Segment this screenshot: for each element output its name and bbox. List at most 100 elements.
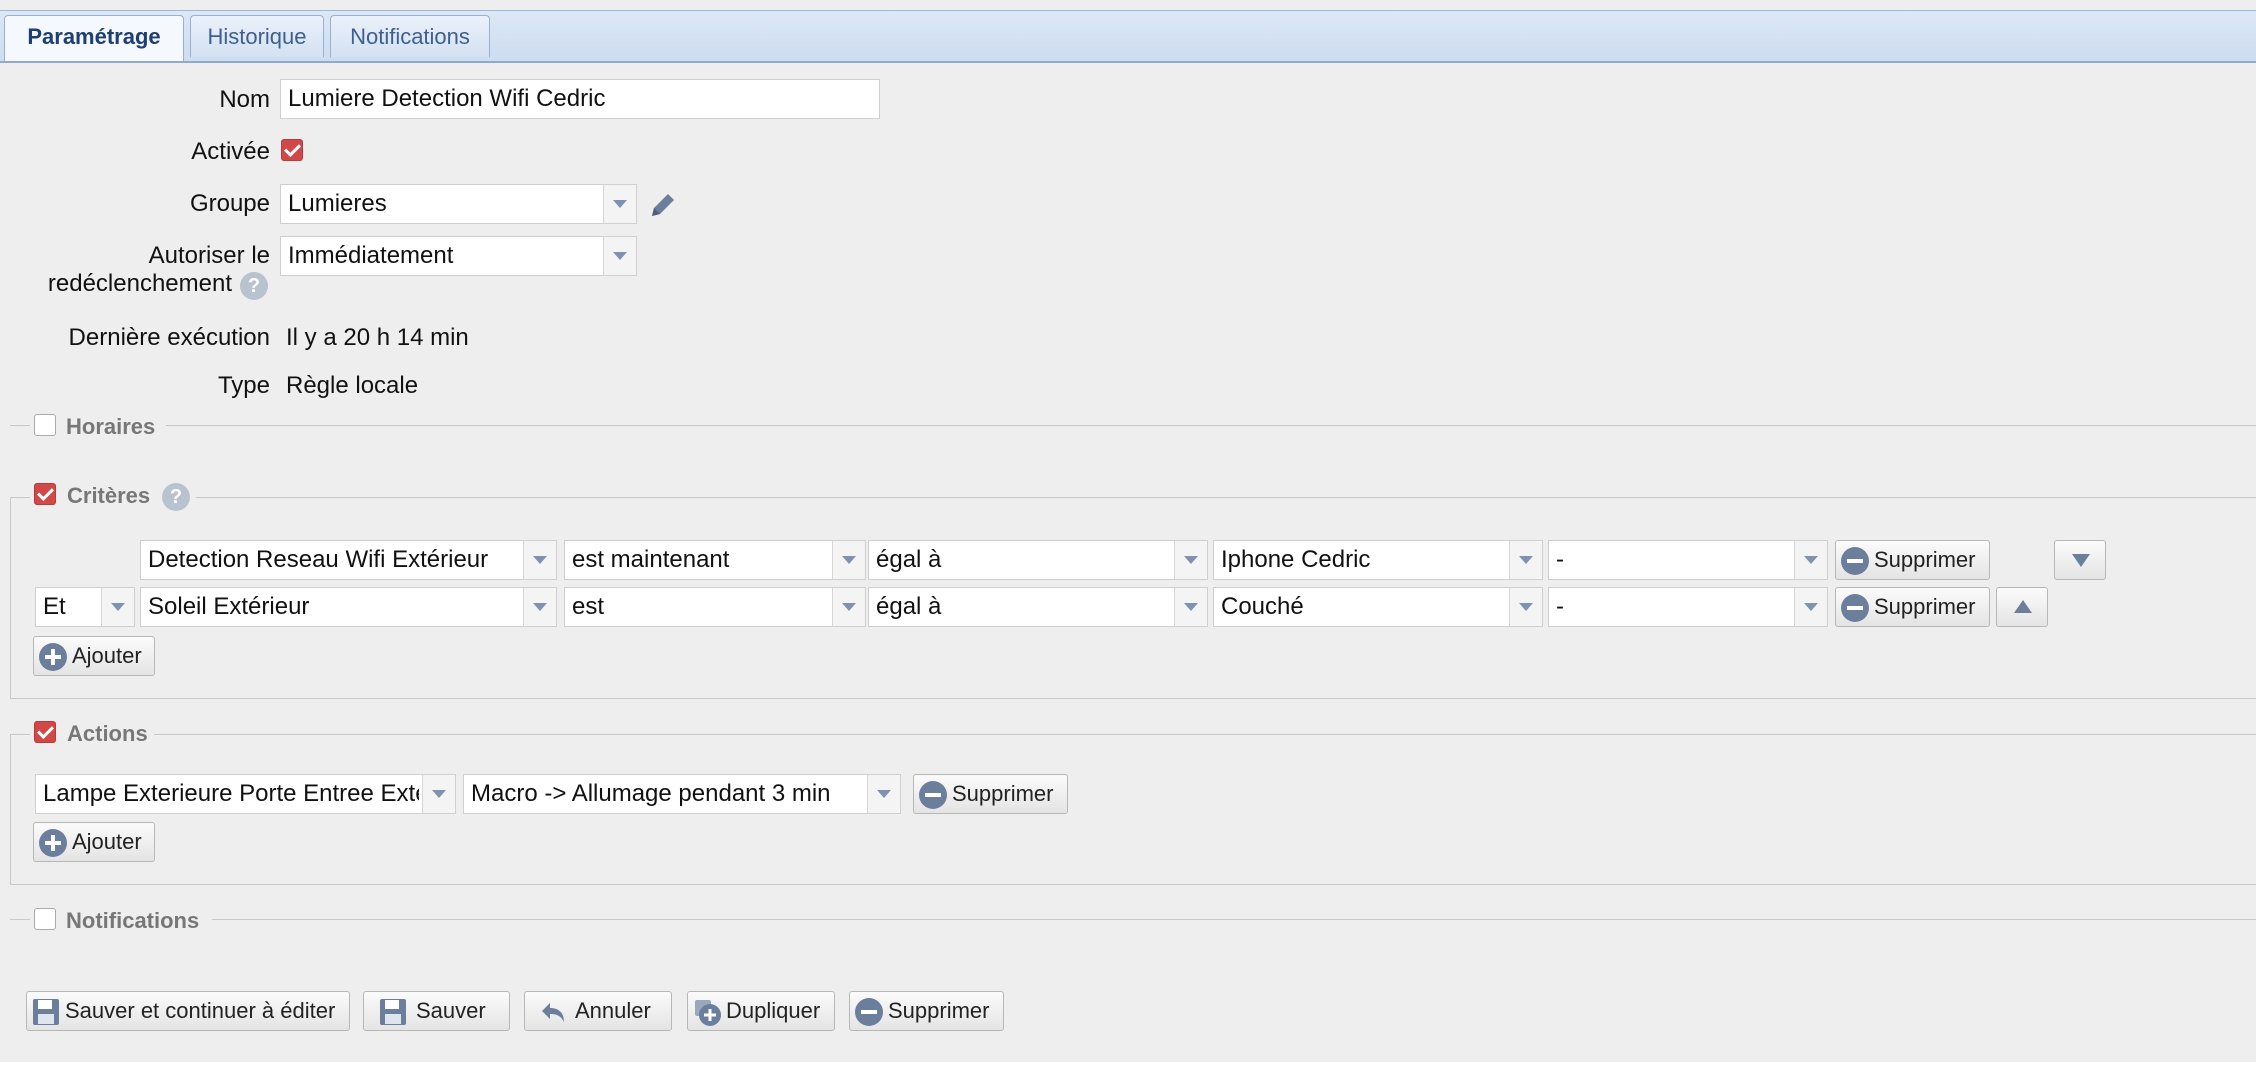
chevron-down-icon: [1174, 541, 1207, 579]
duplicate-icon: [695, 1000, 721, 1026]
minus-circle-icon: [1841, 547, 1869, 575]
chevron-down-icon: [1174, 588, 1207, 626]
action-command-select[interactable]: Macro -> Allumage pendant 3 min: [463, 774, 901, 814]
activee-checkbox[interactable]: [281, 139, 303, 161]
criterion-state-value: est: [572, 593, 605, 620]
chevron-down-icon: [867, 775, 900, 813]
derniere-label: Dernière exécution: [68, 324, 270, 351]
chevron-down-icon: [101, 588, 134, 626]
criteres-title: Critères: [67, 483, 151, 508]
action-delete-button[interactable]: Supprimer: [913, 774, 1068, 814]
chevron-down-icon: [603, 185, 636, 223]
criterion-extra-select[interactable]: -: [1548, 540, 1828, 580]
criterion-value-select[interactable]: Iphone Cedric: [1213, 540, 1543, 580]
autoriser-label: Autoriser le redéclenchement: [0, 242, 270, 298]
autoriser-select[interactable]: Immédiatement: [280, 236, 637, 276]
undo-icon: [542, 1003, 564, 1022]
criterion-device-select[interactable]: Detection Reseau Wifi Extérieur: [140, 540, 557, 580]
add-action-label: Ajouter: [72, 829, 142, 854]
criterion-extra-value: -: [1556, 593, 1564, 620]
chevron-down-icon: [523, 541, 556, 579]
nom-input[interactable]: Lumiere Detection Wifi Cedric: [280, 79, 880, 119]
save-continue-button[interactable]: Sauver et continuer à éditer: [26, 991, 350, 1031]
add-action-button[interactable]: Ajouter: [33, 822, 155, 862]
chevron-down-icon: [523, 588, 556, 626]
actions-legend: Actions: [30, 718, 154, 750]
criterion-device-select[interactable]: Soleil Extérieur: [140, 587, 557, 627]
save-label: Sauver: [416, 998, 486, 1023]
action-command-value: Macro -> Allumage pendant 3 min: [471, 780, 831, 807]
groupe-select-value: Lumieres: [288, 190, 387, 217]
criterion-operator-select[interactable]: égal à: [868, 540, 1208, 580]
action-delete-label: Supprimer: [952, 781, 1054, 806]
tab-historique[interactable]: Historique: [190, 15, 324, 57]
criterion-state-value: est maintenant: [572, 546, 730, 573]
criterion-device-value: Detection Reseau Wifi Extérieur: [148, 546, 489, 573]
chevron-down-icon: [832, 588, 865, 626]
tab-parametrage[interactable]: Paramétrage: [4, 15, 184, 61]
horaires-checkbox[interactable]: [34, 414, 56, 436]
chevron-down-icon: [422, 775, 455, 813]
action-device-value: Lampe Exterieure Porte Entree Exte: [43, 780, 419, 807]
floppy-disk-icon: [33, 999, 59, 1025]
chevron-down-icon: [603, 237, 636, 275]
criterion-state-select[interactable]: est maintenant: [564, 540, 866, 580]
tab-notifications[interactable]: Notifications: [330, 15, 490, 57]
criterion-extra-select[interactable]: -: [1548, 587, 1828, 627]
type-label: Type: [217, 372, 270, 399]
help-icon[interactable]: ?: [162, 483, 190, 511]
pencil-icon[interactable]: [646, 188, 680, 222]
move-down-button[interactable]: [2054, 540, 2106, 580]
criterion-operator-select[interactable]: égal à: [868, 587, 1208, 627]
derniere-value: Il y a 20 h 14 min: [286, 324, 469, 351]
notifications-legend: Notifications: [30, 906, 212, 934]
criterion-delete-button[interactable]: Supprimer: [1835, 540, 1990, 580]
chevron-down-icon: [1509, 588, 1542, 626]
criterion-delete-label: Supprimer: [1874, 594, 1976, 619]
delete-rule-button[interactable]: Supprimer: [849, 991, 1004, 1031]
plus-circle-icon: [39, 829, 67, 857]
criterion-value-select[interactable]: Couché: [1213, 587, 1543, 627]
minus-circle-icon: [855, 998, 883, 1026]
criterion-value-value: Iphone Cedric: [1221, 546, 1371, 573]
add-criterion-label: Ajouter: [72, 643, 142, 668]
criterion-value-value: Couché: [1221, 593, 1304, 620]
notifications-checkbox[interactable]: [34, 908, 56, 930]
actions-title: Actions: [67, 721, 148, 746]
criteres-checkbox[interactable]: [34, 483, 56, 505]
autoriser-label-line1: Autoriser le: [148, 242, 270, 269]
rule-editor: Paramétrage Historique Notifications Nom…: [0, 0, 2256, 1062]
action-device-select[interactable]: Lampe Exterieure Porte Entree Exte: [35, 774, 456, 814]
criterion-operator-value: égal à: [876, 546, 942, 573]
chevron-down-icon: [1794, 588, 1827, 626]
groupe-label: Groupe: [189, 190, 270, 217]
activee-label: Activée: [191, 138, 270, 165]
add-criterion-button[interactable]: Ajouter: [33, 636, 155, 676]
horaires-divider: [10, 425, 2256, 426]
notifications-title: Notifications: [66, 908, 200, 933]
save-button[interactable]: Sauver: [363, 991, 510, 1031]
floppy-disk-icon: [380, 999, 406, 1025]
horaires-title: Horaires: [66, 414, 156, 439]
criterion-state-select[interactable]: est: [564, 587, 866, 627]
autoriser-select-value: Immédiatement: [288, 242, 454, 269]
criterion-connector-value: Et: [43, 593, 66, 620]
move-up-button[interactable]: [1996, 587, 2048, 627]
help-icon[interactable]: ?: [240, 272, 268, 300]
criterion-delete-button[interactable]: Supprimer: [1835, 587, 1990, 627]
triangle-up-icon: [2014, 600, 2032, 613]
tab-bar: Paramétrage Historique Notifications: [0, 10, 2256, 63]
duplicate-label: Dupliquer: [726, 998, 821, 1023]
duplicate-button[interactable]: Dupliquer: [687, 991, 835, 1031]
horaires-legend: Horaires: [30, 412, 166, 440]
criteres-legend: Critères ?: [30, 479, 196, 513]
triangle-down-icon: [2072, 554, 2090, 567]
cancel-button[interactable]: Annuler: [524, 991, 672, 1031]
criterion-delete-label: Supprimer: [1874, 547, 1976, 572]
criterion-connector-select[interactable]: Et: [35, 587, 135, 627]
groupe-select[interactable]: Lumieres: [280, 184, 637, 224]
notifications-divider: [10, 919, 2256, 920]
minus-circle-icon: [1841, 594, 1869, 622]
plus-circle-icon: [39, 643, 67, 671]
actions-checkbox[interactable]: [34, 721, 56, 743]
